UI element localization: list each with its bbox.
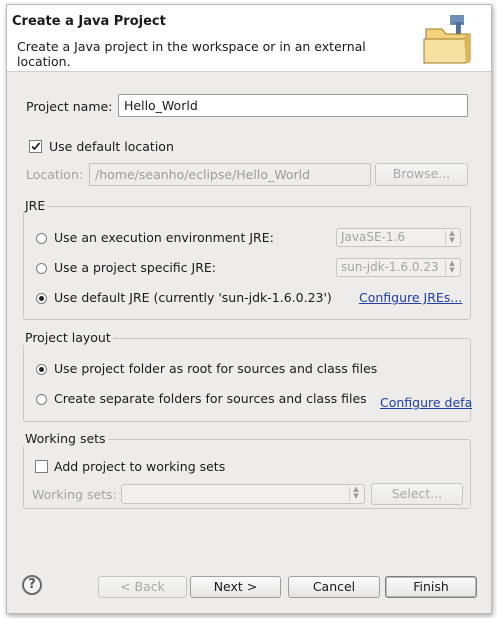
combo-arrows-icon: ▲ ▼ [445, 230, 458, 245]
new-java-project-dialog: Create a Java Project Create a Java proj… [6, 4, 492, 614]
wizard-title: Create a Java Project [12, 14, 166, 29]
combo-arrows-icon: ▲ ▼ [349, 486, 362, 501]
project-specific-jre-combo-value: sun-jdk-1.6.0.23 [341, 260, 439, 274]
jre-default-label: Use default JRE (currently 'sun-jdk-1.6.… [54, 290, 332, 305]
working-sets-label: Working sets: [32, 487, 117, 502]
use-default-location-label: Use default location [49, 139, 174, 154]
select-working-sets-button[interactable]: Select... [371, 483, 463, 505]
jre-default-radio[interactable] [36, 293, 47, 304]
wizard-header: Create a Java Project Create a Java proj… [7, 5, 491, 72]
jre-group-label: JRE [23, 198, 48, 213]
working-sets-combo[interactable]: ▲ ▼ [121, 484, 365, 504]
layout-root-folder-radio[interactable] [36, 364, 47, 375]
back-button[interactable]: < Back [98, 576, 187, 598]
layout-root-folder-label: Use project folder as root for sources a… [54, 361, 378, 376]
configure-jres-link[interactable]: Configure JREs... [359, 290, 462, 305]
configure-default-link[interactable]: Configure defa [380, 395, 472, 410]
checkmark-icon [31, 142, 41, 151]
layout-separate-folders-radio[interactable] [36, 394, 47, 405]
combo-arrows-icon: ▲ ▼ [445, 260, 458, 275]
jre-execution-env-radio[interactable] [36, 233, 47, 244]
add-to-working-sets-label: Add project to working sets [54, 459, 226, 474]
location-label: Location: [26, 167, 84, 182]
browse-button[interactable]: Browse... [375, 163, 468, 186]
help-icon[interactable]: ? [22, 575, 42, 595]
jre-project-specific-label: Use a project specific JRE: [54, 260, 216, 275]
working-sets-group-label: Working sets [23, 431, 108, 446]
use-default-location-checkbox[interactable] [29, 140, 42, 153]
finish-button[interactable]: Finish [385, 576, 477, 598]
project-name-label: Project name: [26, 99, 113, 114]
wizard-description: Create a Java project in the workspace o… [17, 39, 366, 69]
new-java-project-folder-icon: J [420, 11, 478, 67]
next-button[interactable]: Next > [190, 576, 281, 598]
project-name-input[interactable]: Hello_World [118, 94, 468, 117]
project-layout-group-label: Project layout [23, 330, 113, 345]
project-specific-jre-combo[interactable]: sun-jdk-1.6.0.23 ▲ ▼ [336, 258, 461, 277]
add-to-working-sets-checkbox[interactable] [35, 460, 48, 473]
location-input[interactable]: /home/seanho/eclipse/Hello_World [89, 163, 371, 186]
execution-env-combo-value: JavaSE-1.6 [341, 230, 405, 244]
jre-execution-env-label: Use an execution environment JRE: [54, 230, 274, 245]
jre-project-specific-radio[interactable] [36, 263, 47, 274]
cancel-button[interactable]: Cancel [288, 576, 380, 598]
layout-separate-folders-label: Create separate folders for sources and … [54, 391, 367, 406]
execution-env-combo[interactable]: JavaSE-1.6 ▲ ▼ [336, 228, 461, 247]
